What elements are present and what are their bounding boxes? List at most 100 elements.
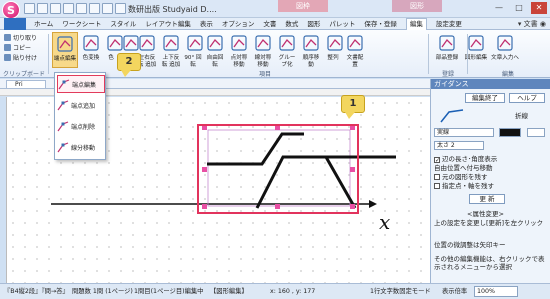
ribbon-button[interactable]: 文章入力へ <box>490 32 520 68</box>
menu-tab[interactable]: スタイル <box>110 19 136 30</box>
line-color-select[interactable] <box>499 128 521 137</box>
menu-tab[interactable]: 表示 <box>200 19 213 30</box>
save-icon[interactable] <box>50 3 61 14</box>
polyline-icon <box>440 109 464 123</box>
part-register-icon <box>436 32 458 54</box>
redo-icon[interactable] <box>89 3 100 14</box>
help-button[interactable]: ヘルプ <box>509 93 545 103</box>
ribbon-button[interactable]: 端点編集 <box>52 32 78 68</box>
menu-tab[interactable]: ワークシート <box>62 19 101 30</box>
change-title: <属性変更> <box>467 210 504 218</box>
ribbon-button[interactable]: 色変換 <box>80 32 102 68</box>
keep-original-checkbox-row[interactable]: 元の図形を残す <box>434 173 488 182</box>
fill-color-select[interactable] <box>527 128 545 137</box>
group-separator <box>48 34 49 74</box>
help-circle-icon[interactable]: ◉ <box>540 20 546 28</box>
checkbox-checked-icon[interactable] <box>434 157 440 163</box>
ribbon-button-label: 整列 <box>327 55 339 61</box>
copy-icon <box>4 43 11 51</box>
paste-button[interactable]: 貼り付け <box>4 52 44 62</box>
checkbox-icon[interactable] <box>434 183 440 189</box>
menu-tab[interactable]: オプション <box>222 19 255 30</box>
edit-group-label: 項目 <box>258 71 271 78</box>
menu-tab[interactable]: 編集 <box>405 18 427 30</box>
free-rotate-icon <box>204 32 226 54</box>
free-point-label: 自由位置へ付与移動 <box>434 164 493 172</box>
selection-highlight <box>197 124 359 214</box>
endpoint-edit-icon <box>58 78 70 90</box>
ribbon-button[interactable]: グループ化 <box>276 32 298 68</box>
color-convert-icon <box>80 32 102 54</box>
status-line-mode: 1行文字数固定モード <box>370 288 431 295</box>
maximize-icon[interactable]: □ <box>511 2 527 14</box>
close-icon[interactable]: ✕ <box>531 2 547 14</box>
help-icon[interactable] <box>115 3 126 14</box>
status-mode: 【図形編集】 <box>210 288 248 295</box>
menu-tab[interactable]: レイアウト編集 <box>145 19 191 30</box>
dropdown-item[interactable]: 線分移動 <box>57 138 105 156</box>
ribbon-button-label: 90° 回転 <box>184 55 202 68</box>
ribbon-button-label: 線対称 移動 <box>254 55 272 68</box>
zoom-label: 表示倍率 <box>442 288 468 295</box>
paste-icon <box>4 53 11 61</box>
new-doc-icon[interactable] <box>24 3 35 14</box>
menu-tab[interactable]: 保存・登録 <box>364 19 397 30</box>
print-icon[interactable] <box>63 3 74 14</box>
text-input-icon <box>494 32 516 54</box>
dropdown-item[interactable]: 端点削除 <box>57 117 105 135</box>
ribbon-button-label: 点対称 移動 <box>230 55 248 68</box>
image-icon[interactable] <box>102 3 113 14</box>
ribbon-button[interactable]: 整列 <box>324 32 343 68</box>
callout-2: 2 <box>117 53 141 77</box>
ribbon-button[interactable]: 自由回転 <box>204 32 226 68</box>
ribbon-button[interactable]: 順序移動 <box>300 32 322 68</box>
checkbox-icon[interactable] <box>434 174 440 180</box>
line-style-select[interactable]: 実線 <box>434 128 494 137</box>
line-type-label: 折線 <box>515 112 528 120</box>
dropdown-item[interactable]: 端点編集 <box>57 75 105 93</box>
menu-tab[interactable]: 文書 <box>263 19 276 30</box>
change-description: 上の設定を変更し[更新]を左クリック <box>434 219 544 227</box>
menu-tab[interactable]: 設定変更 <box>436 19 462 30</box>
thickness-select[interactable]: 太さ 2 <box>434 141 484 150</box>
end-edit-button[interactable]: 編集終了 <box>465 93 505 103</box>
dropdown-item-label: 端点編集 <box>72 81 97 89</box>
ribbon-button[interactable]: 部品登録 <box>432 32 462 68</box>
update-button[interactable]: 更 新 <box>469 194 505 204</box>
ribbon: 切り取り コピー 貼り付け クリップボード 端点編集色変換色縮小左右反転 追加上… <box>0 30 550 78</box>
status-coords: x: 160 , y: 177 <box>270 288 316 295</box>
menu-tab[interactable]: 数式 <box>285 19 298 30</box>
menu-tab[interactable]: 図形 <box>307 19 320 30</box>
zoom-select[interactable]: 100% <box>474 286 518 297</box>
menu-tab[interactable]: ホーム <box>34 19 53 30</box>
fix-length-checkbox-row[interactable]: 辺の長さ･角度表示 <box>434 155 497 164</box>
endpoint-edit-dropdown: 端点編集端点追加端点削除線分移動 <box>54 72 106 160</box>
callout-1: 1 <box>341 95 365 119</box>
keep-original-label: 元の図形を残す <box>442 173 488 181</box>
status-question-count: 問題数 1問 (1ページ) <box>72 288 133 295</box>
flip-horizontal-icon <box>136 32 158 54</box>
ribbon-button[interactable]: 文書配置 <box>344 32 366 68</box>
file-menu-button[interactable] <box>4 18 26 30</box>
undo-icon[interactable] <box>76 3 87 14</box>
ribbon-button[interactable]: 点対称 移動 <box>228 32 250 68</box>
open-folder-icon[interactable] <box>37 3 48 14</box>
copy-button[interactable]: コピー <box>4 42 44 52</box>
app-logo[interactable]: S <box>2 1 20 19</box>
dropdown-item[interactable]: 端点追加 <box>57 96 105 114</box>
document-menu[interactable]: ▾ 文書 ◉ <box>518 19 546 29</box>
ribbon-button[interactable]: 90° 回転 <box>184 32 203 68</box>
document-tab[interactable]: Pri <box>6 80 46 89</box>
minimize-icon[interactable]: — <box>491 2 507 14</box>
menu-tab[interactable]: パレット <box>329 19 355 30</box>
ribbon-button[interactable]: 色 <box>104 32 123 68</box>
clipboard-group: 切り取り コピー 貼り付け <box>4 32 44 62</box>
ribbon-button[interactable]: 上下反転 追加 <box>160 32 182 68</box>
document-place-icon <box>344 32 366 54</box>
ribbon-button[interactable]: 線対称 移動 <box>252 32 274 68</box>
ribbon-button-label: 色 <box>108 55 114 61</box>
scissors-icon <box>4 33 11 41</box>
cut-button[interactable]: 切り取り <box>4 32 44 42</box>
fix-length-label: 辺の長さ･角度表示 <box>442 155 498 163</box>
keep-point-checkbox-row[interactable]: 指定点・軸を残す <box>434 182 494 191</box>
